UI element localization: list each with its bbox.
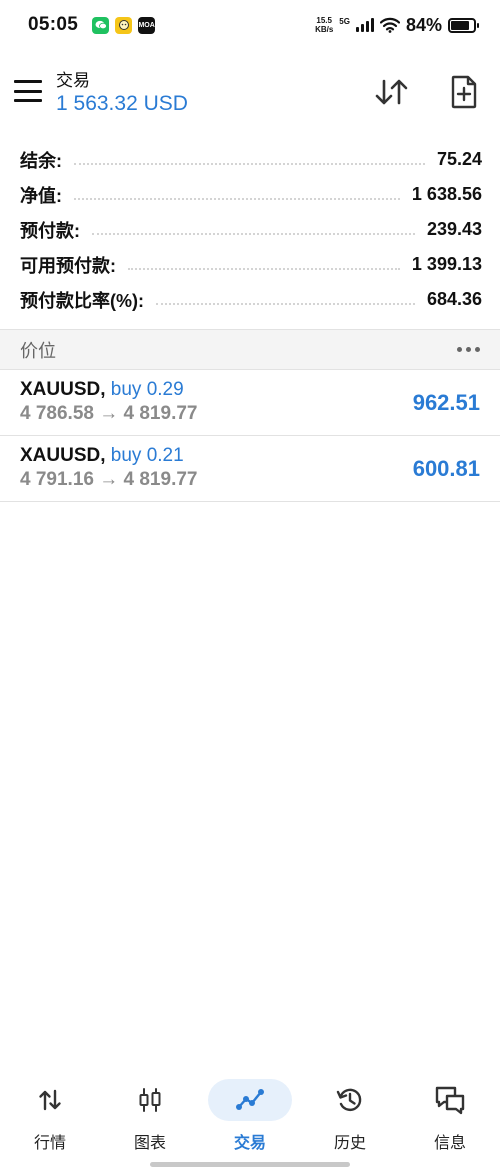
summary-label: 可用预付款: <box>20 255 116 276</box>
page-title: 交易 <box>56 71 90 90</box>
battery-level <box>451 20 470 30</box>
nav-icon-container <box>208 1079 292 1121</box>
nav-item-history[interactable]: 历史 <box>300 1072 400 1156</box>
position-separator: , <box>100 445 106 466</box>
status-time: 05:05 <box>28 14 79 35</box>
new-document-icon <box>451 75 477 109</box>
summary-value: 1 638.56 <box>411 184 482 204</box>
position-profit: 962.51 <box>412 390 480 415</box>
chart-candles-icon <box>139 1088 161 1112</box>
wifi-icon <box>379 17 400 33</box>
new-order-button[interactable] <box>444 72 484 112</box>
messages-icon <box>435 1086 465 1115</box>
network-speed-value: 15.5 <box>316 16 332 25</box>
bottom-navigation: 行情 图表 交易 历史 信息 <box>0 1072 500 1156</box>
yellow-app-icon <box>115 16 133 34</box>
positions-section-header: 价位 <box>0 329 500 370</box>
position-side: buy 0.21 <box>110 445 184 466</box>
network-type: 5G <box>339 16 350 26</box>
summary-row-margin-level: 预付款比率(%): 684.36 <box>20 282 482 317</box>
history-icon <box>336 1088 362 1111</box>
summary-row-free-margin: 可用预付款: 1 399.13 <box>20 247 482 282</box>
menu-button[interactable] <box>14 80 42 102</box>
home-indicator[interactable] <box>150 1162 350 1167</box>
nav-label: 历史 <box>333 1135 366 1152</box>
position-prices: 4 786.58 → 4 819.77 <box>20 403 198 424</box>
summary-label: 结余: <box>20 150 62 171</box>
position-separator: , <box>100 379 106 400</box>
status-bar: 05:05 MOA 15.5 KB/s 5G 84% <box>0 0 500 50</box>
battery-percent: 84% <box>405 14 442 35</box>
dotted-leader <box>74 155 425 165</box>
sort-arrows-icon <box>375 79 408 105</box>
summary-value: 239.43 <box>426 219 482 239</box>
nav-item-messages[interactable]: 信息 <box>400 1072 500 1156</box>
nav-icon-container <box>308 1079 392 1121</box>
position-side: buy 0.29 <box>110 379 184 400</box>
summary-row-balance: 结余: 75.24 <box>20 142 482 177</box>
status-app-icons: MOA <box>92 16 156 34</box>
nav-item-charts[interactable]: 图表 <box>100 1072 200 1156</box>
dotted-leader <box>128 260 400 270</box>
section-title: 价位 <box>20 340 56 361</box>
status-right: 15.5 KB/s 5G 84% <box>315 14 479 36</box>
more-options-button[interactable] <box>457 347 480 352</box>
position-row[interactable]: XAUUSD, buy 0.21 4 791.16 → 4 819.77 600… <box>0 436 500 502</box>
position-symbol: XAUUSD <box>20 379 101 400</box>
wechat-icon <box>92 16 110 34</box>
network-speed-unit: KB/s <box>315 25 334 34</box>
nav-label: 图表 <box>133 1135 166 1152</box>
nav-icon-container <box>8 1079 92 1121</box>
battery-icon <box>448 17 479 33</box>
nav-label: 交易 <box>233 1135 266 1152</box>
dotted-leader <box>74 190 400 200</box>
quotes-icon <box>39 1089 61 1111</box>
sort-button[interactable] <box>372 72 412 112</box>
positions-list: XAUUSD, buy 0.29 4 786.58 → 4 819.77 962… <box>0 370 500 502</box>
nav-label: 信息 <box>433 1135 466 1152</box>
app-header: 交易 1 563.32 USD <box>0 58 500 126</box>
dotted-leader <box>92 225 415 235</box>
summary-row-equity: 净值: 1 638.56 <box>20 177 482 212</box>
moa-app-icon: MOA <box>138 16 156 34</box>
nav-item-quotes[interactable]: 行情 <box>0 1072 100 1156</box>
summary-label: 预付款: <box>20 220 80 241</box>
position-row[interactable]: XAUUSD, buy 0.29 4 786.58 → 4 819.77 962… <box>0 370 500 436</box>
position-header: XAUUSD, buy 0.29 <box>20 378 480 402</box>
account-balance: 1 563.32 USD <box>56 92 188 115</box>
summary-row-margin: 预付款: 239.43 <box>20 212 482 247</box>
dotted-leader <box>156 295 415 305</box>
account-summary: 结余: 75.24 净值: 1 638.56 预付款: 239.43 可用预付款… <box>20 142 482 317</box>
nav-icon-container <box>408 1079 492 1121</box>
summary-value: 1 399.13 <box>411 254 482 274</box>
summary-label: 预付款比率(%): <box>20 290 144 311</box>
signal-icon <box>355 18 374 32</box>
position-prices: 4 791.16 → 4 819.77 <box>20 469 198 490</box>
nav-icon-container <box>108 1079 192 1121</box>
more-dots-icon <box>457 347 462 352</box>
network-speed: 15.5 KB/s <box>315 16 333 34</box>
nav-label: 行情 <box>33 1135 66 1152</box>
summary-value: 75.24 <box>436 149 482 169</box>
summary-value: 684.36 <box>426 289 482 309</box>
nav-item-trade[interactable]: 交易 <box>200 1072 300 1156</box>
position-symbol: XAUUSD <box>20 445 101 466</box>
position-header: XAUUSD, buy 0.21 <box>20 444 480 468</box>
position-profit: 600.81 <box>412 456 480 481</box>
trade-icon <box>236 1089 264 1110</box>
summary-label: 净值: <box>20 185 62 206</box>
